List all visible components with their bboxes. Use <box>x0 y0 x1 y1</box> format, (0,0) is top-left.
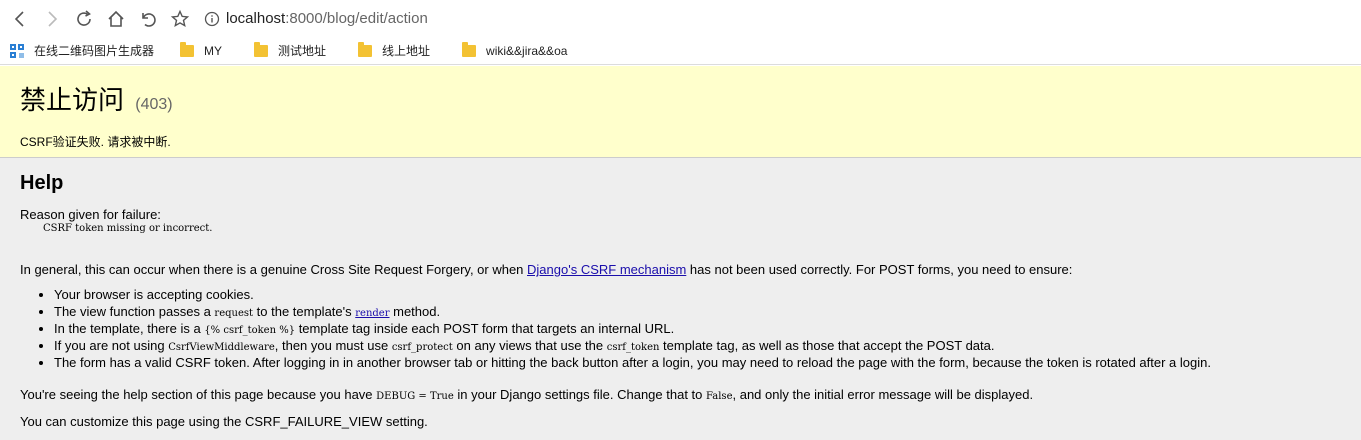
url-text: localhost:8000/blog/edit/action <box>226 10 428 27</box>
list-item: If you are not using CsrfViewMiddleware,… <box>54 337 1211 354</box>
django-csrf-link[interactable]: Django's CSRF mechanism <box>527 262 686 277</box>
folder-icon <box>254 41 269 57</box>
bookmark-folder-test[interactable]: 测试地址 <box>254 41 327 59</box>
bookmarks-bar: 在线二维码图片生成器 MY 测试地址 线上地址 wiki&&jira&&oa <box>0 37 1361 65</box>
arrow-right-icon <box>48 10 58 27</box>
back-button[interactable] <box>4 3 36 35</box>
render-link[interactable]: render <box>355 308 389 319</box>
reason-text: CSRF token missing or incorrect. <box>43 223 213 234</box>
home-button[interactable] <box>100 3 132 35</box>
bookmark-folder-online[interactable]: 线上地址 <box>358 41 431 59</box>
list-item: The form has a valid CSRF token. After l… <box>54 354 1211 371</box>
info-icon <box>204 11 220 26</box>
reload-icon <box>77 9 91 26</box>
list-item: The view function passes a request to th… <box>54 303 1211 320</box>
bookmark-label: 线上地址 <box>382 44 431 58</box>
home-icon <box>108 10 124 27</box>
undo-icon <box>142 12 156 27</box>
bookmark-star-button[interactable] <box>164 3 196 35</box>
bookmark-label: wiki&&jira&&oa <box>486 43 568 58</box>
page-title: 禁止访问 (403) <box>20 85 173 115</box>
error-message: CSRF验证失败. 请求被中断. <box>20 135 171 149</box>
star-icon <box>170 9 190 27</box>
folder-icon <box>462 41 477 57</box>
bookmark-folder-my[interactable]: MY <box>180 41 223 58</box>
bookmark-folder-wiki[interactable]: wiki&&jira&&oa <box>462 41 568 58</box>
bookmark-label: 在线二维码图片生成器 <box>34 44 155 58</box>
qr-app-icon <box>10 43 24 58</box>
error-page: 禁止访问 (403) CSRF验证失败. 请求被中断. Help Reason … <box>0 66 1361 440</box>
arrow-left-icon <box>14 10 24 27</box>
bookmark-label: MY <box>204 43 223 58</box>
bookmark-qr-generator[interactable]: 在线二维码图片生成器 <box>10 42 154 59</box>
customize-note: You can customize this page using the CS… <box>20 414 428 429</box>
forward-button[interactable] <box>36 3 68 35</box>
reason-label: Reason given for failure: <box>20 207 161 222</box>
status-code: (403) <box>135 96 173 113</box>
bookmark-label: 测试地址 <box>278 44 327 58</box>
list-item: In the template, there is a {% csrf_toke… <box>54 320 1211 337</box>
help-heading: Help <box>20 172 64 194</box>
address-bar: localhost:8000/blog/edit/action <box>0 0 1361 37</box>
general-explanation: In general, this can occur when there is… <box>20 262 1073 277</box>
folder-icon <box>358 41 373 57</box>
url-field[interactable]: localhost:8000/blog/edit/action <box>204 5 1361 33</box>
error-summary: 禁止访问 (403) CSRF验证失败. 请求被中断. <box>0 66 1361 158</box>
debug-note: You're seeing the help section of this p… <box>20 387 1034 402</box>
requirements-list: Your browser is accepting cookies. The v… <box>54 286 1211 371</box>
reload-button[interactable] <box>68 3 100 35</box>
list-item: Your browser is accepting cookies. <box>54 286 1211 303</box>
undo-button[interactable] <box>132 3 164 35</box>
folder-icon <box>180 41 195 57</box>
